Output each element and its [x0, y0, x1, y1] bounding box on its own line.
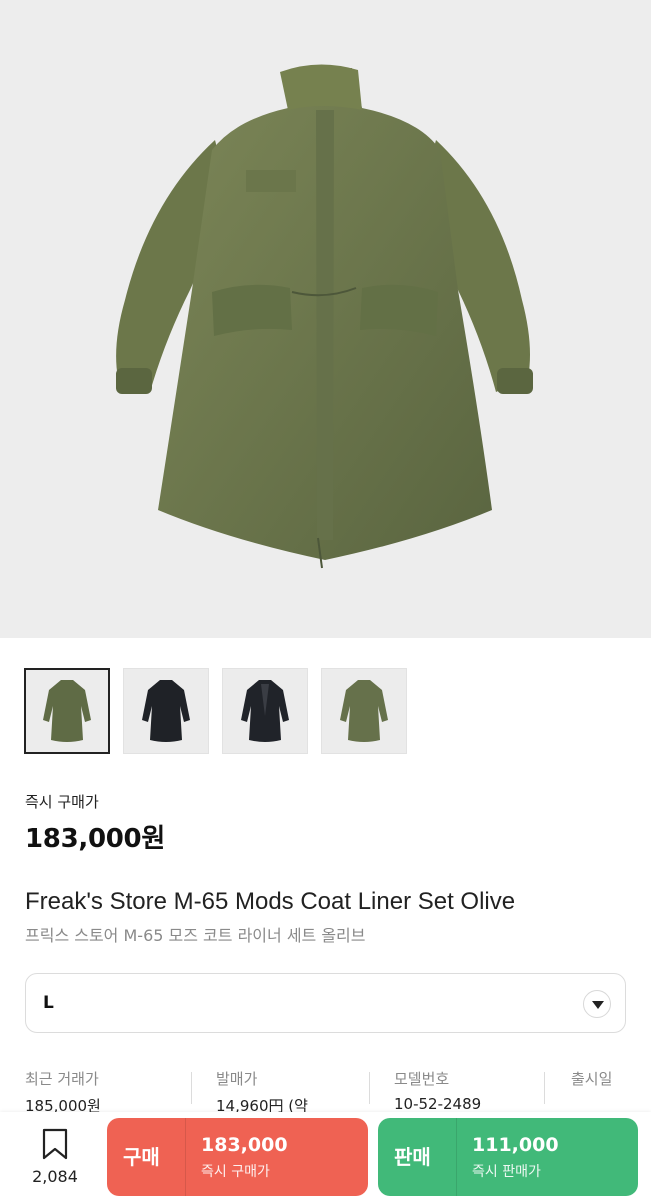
info-divider — [369, 1072, 370, 1104]
product-title-ko: 프릭스 스토어 M-65 모즈 코트 라이너 세트 올리브 — [25, 926, 366, 945]
buy-button[interactable]: 구매 183,000 즉시 구매가 — [107, 1118, 368, 1196]
product-info-row: 최근 거래가 185,000원 발매가 14,960円 (약 모델번호 10-5… — [25, 1068, 651, 1112]
size-select[interactable]: L — [25, 973, 626, 1033]
black-coat-open-thumbnail — [241, 680, 289, 742]
instant-buy-price: 183,000원 — [25, 824, 165, 854]
wish-count: 2,084 — [32, 1167, 78, 1186]
release-date-label: 출시일 — [571, 1070, 613, 1088]
size-select-value: L — [43, 993, 54, 1013]
model-number-value: 10-52-2489 — [394, 1095, 482, 1112]
wish-button[interactable]: 2,084 — [24, 1128, 86, 1186]
info-model-number: 모델번호 10-52-2489 — [394, 1068, 481, 1112]
product-main-image[interactable] — [0, 0, 651, 638]
buy-button-label: 구매 — [123, 1145, 160, 1169]
release-price-label: 발매가 — [216, 1070, 258, 1088]
product-title-en: Freak's Store M-65 Mods Coat Liner Set O… — [25, 888, 516, 915]
info-recent-price: 최근 거래가 185,000원 — [25, 1068, 101, 1112]
recent-price-value: 185,000원 — [25, 1097, 101, 1112]
bookmark-icon — [42, 1128, 68, 1160]
olive-mods-coat-image — [116, 64, 533, 569]
buy-button-sublabel: 즉시 구매가 — [201, 1164, 270, 1180]
release-price-value: 14,960円 (약 — [216, 1097, 308, 1112]
buy-button-price: 183,000 — [201, 1134, 288, 1156]
price-label: 즉시 구매가 — [25, 793, 99, 811]
model-number-label: 모델번호 — [394, 1070, 450, 1088]
sell-button-price: 111,000 — [472, 1134, 559, 1156]
thumbnail-1[interactable] — [24, 668, 110, 754]
black-coat-front-thumbnail — [142, 680, 190, 742]
info-release-price: 발매가 14,960円 (약 — [216, 1068, 308, 1112]
sell-button-label: 판매 — [394, 1145, 431, 1169]
olive-coat-thumbnail — [340, 680, 388, 742]
recent-price-label: 최근 거래가 — [25, 1070, 99, 1088]
sell-button-sublabel: 즉시 판매가 — [472, 1164, 541, 1180]
olive-coat-thumbnail — [43, 680, 91, 742]
thumbnail-2[interactable] — [123, 668, 209, 754]
thumbnail-strip — [24, 668, 407, 754]
info-divider — [191, 1072, 192, 1104]
info-divider — [544, 1072, 545, 1104]
chevron-down-icon[interactable] — [583, 990, 611, 1018]
sell-button-divider — [456, 1118, 457, 1196]
sell-button[interactable]: 판매 111,000 즉시 판매가 — [378, 1118, 638, 1196]
thumbnail-4[interactable] — [321, 668, 407, 754]
info-release-date: 출시일 — [571, 1068, 612, 1090]
thumbnail-3[interactable] — [222, 668, 308, 754]
buy-button-divider — [185, 1118, 186, 1196]
bottom-action-bar: 2,084 구매 183,000 즉시 구매가 판매 111,000 즉시 판매… — [0, 1112, 651, 1200]
